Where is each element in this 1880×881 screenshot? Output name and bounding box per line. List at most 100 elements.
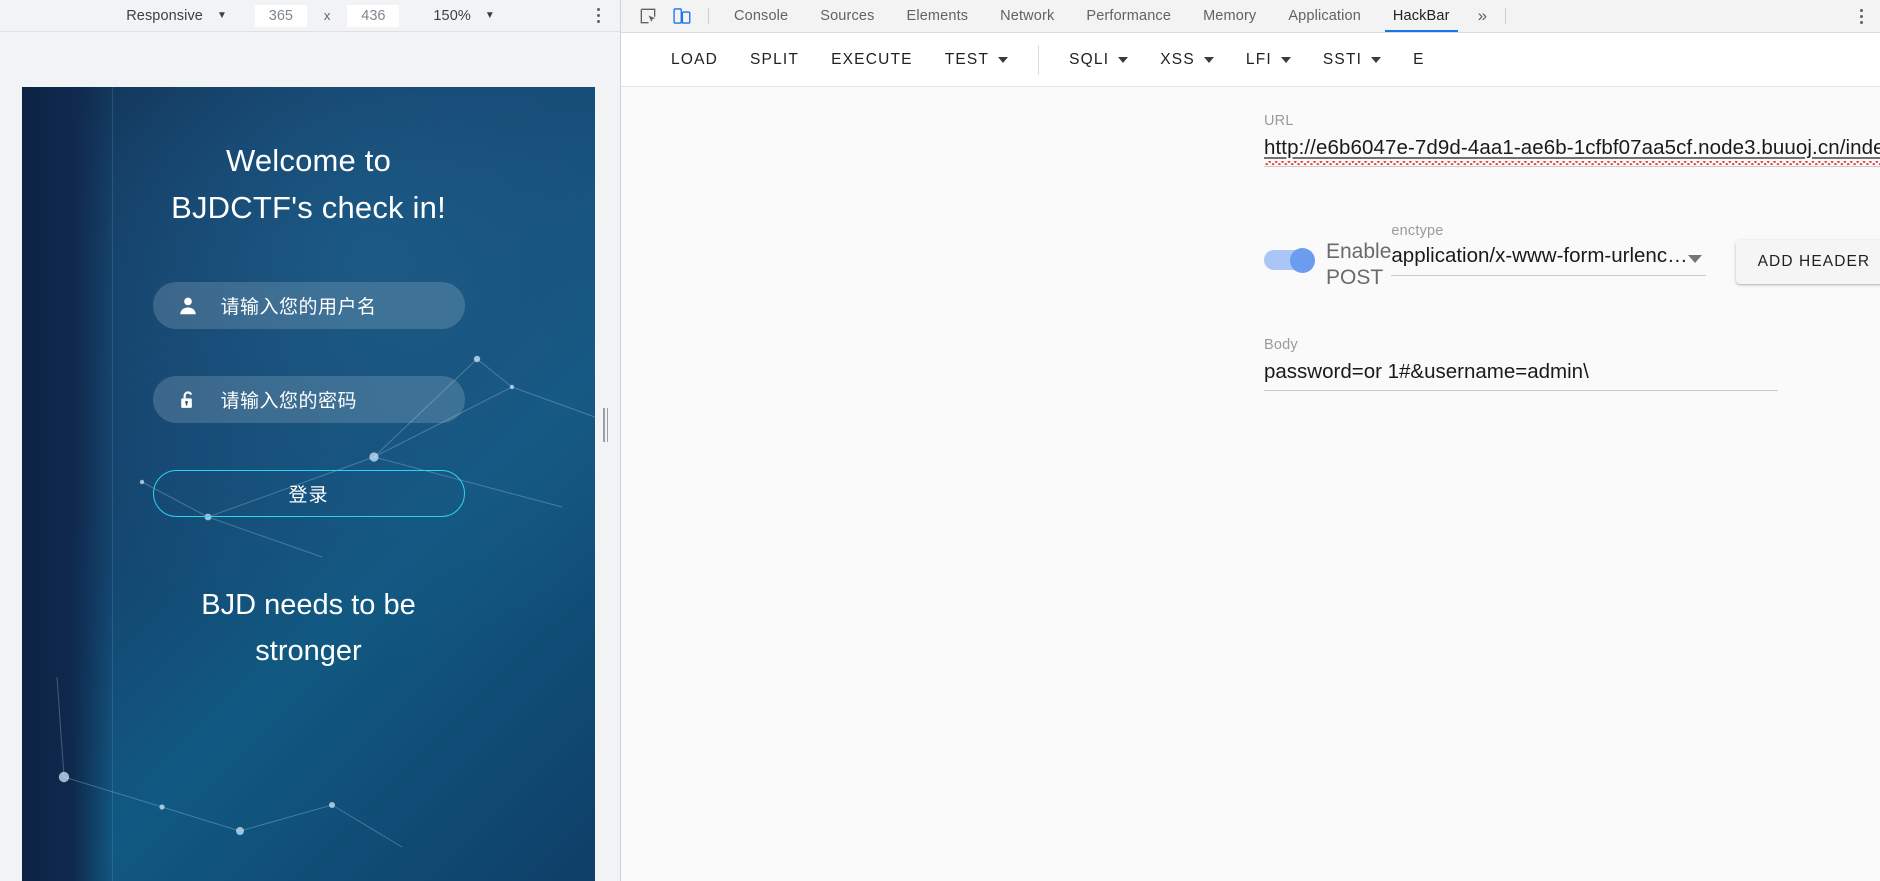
- chevron-down-icon: ▼: [484, 10, 495, 21]
- url-value: http://e6b6047e-7d9d-4aa1-ae6b-1cfbf07aa…: [1264, 136, 1880, 159]
- password-placeholder: 请输入您的密码: [220, 390, 358, 412]
- viewport-height-input[interactable]: 436: [347, 4, 400, 27]
- more-tabs-icon[interactable]: »: [1466, 0, 1499, 32]
- user-icon: [179, 297, 196, 314]
- chevron-down-icon: [998, 56, 1009, 63]
- login-button[interactable]: 登录: [152, 470, 465, 517]
- devtools-pane: Console Sources Elements Network Perform…: [621, 0, 1880, 881]
- viewport-size-controls: 365 x 436: [254, 4, 400, 27]
- handle-bar: [606, 408, 608, 442]
- split-button-label: SPLIT: [750, 50, 800, 68]
- zoom-level-label: 150%: [433, 7, 471, 24]
- enable-post-label: Enable POST: [1326, 240, 1392, 289]
- body-input[interactable]: password=or 1#&username=admin\: [1264, 360, 1778, 391]
- tab-application[interactable]: Application: [1272, 0, 1377, 32]
- chevron-down-icon: [1280, 56, 1291, 63]
- ssti-menu-label: SSTI: [1322, 50, 1363, 68]
- enctype-label: enctype: [1391, 223, 1444, 239]
- lock-icon: [180, 390, 192, 408]
- device-selector[interactable]: Responsive ▼: [126, 8, 227, 24]
- devtools-more-options-icon[interactable]: [1842, 0, 1880, 32]
- page-title-line2: BJDCTF's check in!: [171, 190, 446, 225]
- ssti-menu-button[interactable]: SSTI: [1307, 43, 1397, 77]
- url-input[interactable]: http://e6b6047e-7d9d-4aa1-ae6b-1cfbf07aa…: [1264, 136, 1880, 167]
- emulated-viewport[interactable]: Welcome to BJDCTF's check in! 请输入您的用户名 请…: [22, 87, 595, 881]
- page-tagline: BJD needs to be stronger: [201, 582, 415, 674]
- url-label: URL: [1264, 113, 1294, 129]
- device-toolbar-toggle-icon[interactable]: [665, 0, 699, 32]
- enctype-select[interactable]: application/x-www-form-urlenc…: [1391, 244, 1706, 276]
- spellcheck-underline: [1265, 161, 1880, 165]
- viewport-width-input[interactable]: 365: [254, 4, 307, 27]
- lfi-menu-button[interactable]: LFI: [1230, 43, 1307, 77]
- enctype-value: application/x-www-form-urlenc…: [1391, 244, 1688, 267]
- chevron-down-icon: [1687, 255, 1702, 263]
- load-button-label: LOAD: [671, 50, 719, 68]
- bjdctf-login-page: Welcome to BJDCTF's check in! 请输入您的用户名 请…: [22, 87, 595, 881]
- dot: [596, 20, 600, 23]
- viewport-ruler: [0, 32, 621, 56]
- tab-network[interactable]: Network: [984, 0, 1070, 32]
- encoding-menu-button-truncated[interactable]: E: [1397, 43, 1441, 77]
- pane-resize-handle[interactable]: [603, 408, 608, 442]
- tab-hackbar[interactable]: HackBar: [1377, 0, 1466, 32]
- chevron-down-icon: ▼: [216, 10, 227, 21]
- tabbar-divider: [1505, 8, 1507, 24]
- sqli-menu-button[interactable]: SQLI: [1053, 43, 1144, 77]
- device-emulation-pane: Responsive ▼ 365 x 436 150% ▼ Welcome to…: [0, 0, 621, 881]
- test-menu-button[interactable]: TEST: [929, 43, 1024, 77]
- page-title: Welcome to BJDCTF's check in!: [171, 137, 446, 231]
- dot: [1859, 20, 1863, 24]
- toolbar-divider: [708, 8, 709, 24]
- execute-button[interactable]: EXECUTE: [815, 43, 929, 77]
- dot: [596, 14, 600, 17]
- tab-console[interactable]: Console: [718, 0, 804, 32]
- add-header-button[interactable]: ADD HEADER: [1735, 240, 1880, 284]
- execute-button-label: EXECUTE: [831, 50, 913, 68]
- load-button[interactable]: LOAD: [655, 43, 734, 77]
- body-value: password=or 1#&username=admin\: [1264, 360, 1589, 383]
- lfi-menu-label: LFI: [1245, 50, 1272, 68]
- body-field-group: Body password=or 1#&username=admin\: [621, 337, 1880, 391]
- toggle-thumb: [1290, 248, 1315, 273]
- enable-post-toggle[interactable]: [1264, 248, 1322, 273]
- body-label: Body: [1264, 337, 1298, 353]
- post-options-row: Enable POST enctype application/x-www-fo…: [621, 223, 1880, 291]
- tab-list: Console Sources Elements Network Perform…: [718, 0, 1466, 32]
- zoom-selector[interactable]: 150% ▼: [433, 8, 494, 24]
- login-form-container: Welcome to BJDCTF's check in! 请输入您的用户名 请…: [22, 87, 595, 881]
- devtools-tab-bar: Console Sources Elements Network Perform…: [621, 0, 1880, 33]
- dot: [1859, 8, 1863, 12]
- xss-menu-label: XSS: [1160, 50, 1195, 68]
- enctype-field-group: enctype application/x-www-form-urlenc…: [1391, 223, 1706, 276]
- xss-menu-button[interactable]: XSS: [1144, 43, 1230, 77]
- tab-elements[interactable]: Elements: [891, 0, 985, 32]
- chevron-down-icon: [1371, 56, 1382, 63]
- handle-bar: [603, 408, 605, 442]
- username-input[interactable]: 请输入您的用户名: [152, 282, 465, 329]
- inspect-element-icon[interactable]: [631, 0, 665, 32]
- page-title-line1: Welcome to: [225, 143, 392, 178]
- page-tagline-line2: stronger: [255, 635, 362, 667]
- tab-memory[interactable]: Memory: [1187, 0, 1272, 32]
- devtools-window: Responsive ▼ 365 x 436 150% ▼ Welcome to…: [0, 0, 1880, 881]
- password-input[interactable]: 请输入您的密码: [152, 376, 465, 423]
- tab-performance[interactable]: Performance: [1070, 0, 1187, 32]
- page-tagline-line1: BJD needs to be: [201, 589, 416, 621]
- split-button[interactable]: SPLIT: [734, 43, 815, 77]
- tab-sources[interactable]: Sources: [804, 0, 890, 32]
- sqli-menu-label: SQLI: [1069, 50, 1110, 68]
- username-placeholder: 请输入您的用户名: [220, 296, 377, 318]
- test-menu-label: TEST: [944, 50, 990, 68]
- device-toolbar: Responsive ▼ 365 x 436 150% ▼: [0, 0, 621, 32]
- size-separator: x: [323, 8, 331, 23]
- chevron-down-icon: [1118, 56, 1129, 63]
- hackbar-toolbar: LOAD SPLIT EXECUTE TEST SQLI XSS LFI SST…: [621, 33, 1880, 87]
- hackbar-panel-body: URL http://e6b6047e-7d9d-4aa1-ae6b-1cfbf…: [621, 87, 1880, 881]
- hackbar-toolbar-divider: [1038, 44, 1040, 75]
- encoding-menu-label: E: [1413, 50, 1425, 68]
- dot: [596, 8, 600, 11]
- url-field-group: URL http://e6b6047e-7d9d-4aa1-ae6b-1cfbf…: [621, 113, 1880, 167]
- device-toolbar-more-options-icon[interactable]: [589, 6, 607, 26]
- chevron-down-icon: [1203, 56, 1214, 63]
